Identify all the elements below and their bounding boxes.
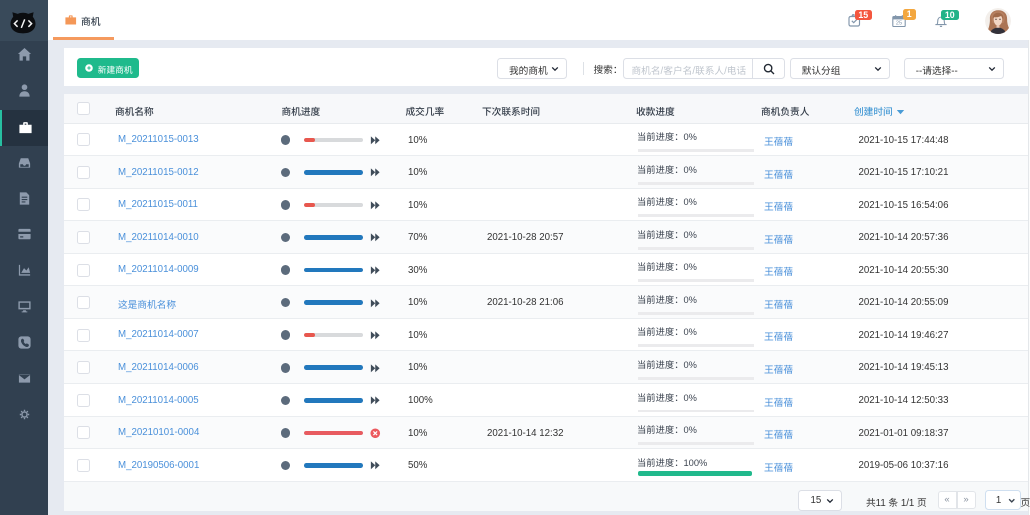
svg-text:25: 25 [895,21,901,27]
